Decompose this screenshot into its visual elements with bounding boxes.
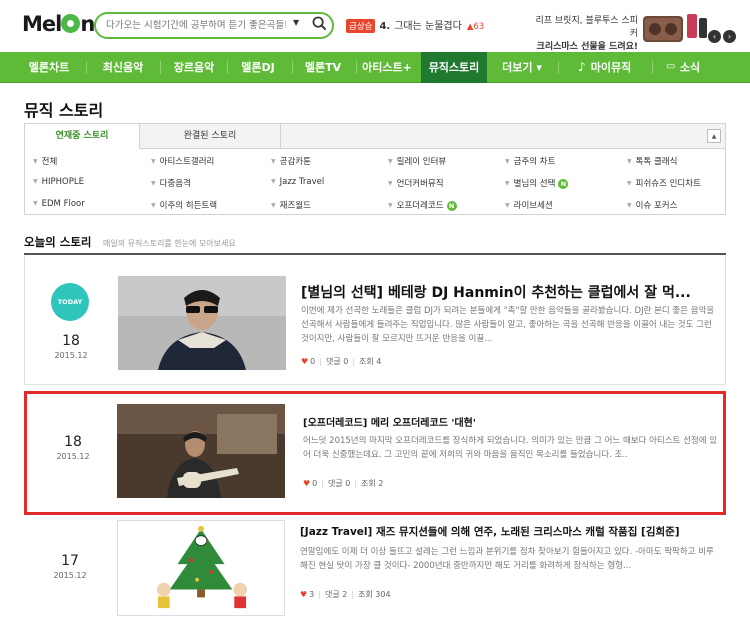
comment-count[interactable]: 댓글 0 (326, 357, 348, 366)
nav-artist-plus[interactable]: 아티스트+ (356, 52, 418, 83)
nav-more[interactable]: 더보기 ▾ (492, 52, 552, 83)
category-item[interactable]: ▼ 전체 (33, 155, 57, 167)
today-badge: TODAY (51, 283, 89, 321)
nav-divider (86, 61, 87, 74)
rising-chart-item[interactable]: 급상승 4. 그대는 눈물겹다 ▲63 (346, 17, 484, 33)
promo-prev-button[interactable]: ‹ (708, 30, 721, 43)
nav-melon-tv[interactable]: 멜론TV (294, 52, 352, 83)
category-item[interactable]: ▼ 톡톡 클래식 (627, 155, 677, 167)
rising-change: ▲63 (466, 22, 485, 32)
category-item[interactable]: ▼ 릴레이 인터뷰 (388, 155, 446, 167)
melon-logo[interactable]: Mel n (22, 12, 95, 36)
new-badge: N (446, 201, 457, 211)
search-input[interactable] (106, 17, 286, 34)
nav-latest-music[interactable]: 최신음악 (92, 52, 154, 83)
category-item[interactable]: ▼ EDM Floor (33, 199, 85, 209)
story-thumbnail[interactable] (117, 404, 285, 498)
nav-divider (227, 61, 228, 74)
nav-music-story[interactable]: 뮤직스토리 (421, 52, 487, 83)
view-count: 조회 4 (359, 357, 382, 366)
main-nav: 멜론차트 최신음악 장르음악 멜론DJ 멜론TV 아티스트+ 뮤직스토리 더보기… (0, 52, 750, 83)
story-title[interactable]: [별님의 선택] 베테랑 DJ Hanmin이 추천하는 클럽에서 잘 먹... (301, 282, 721, 302)
category-item[interactable]: ▼ 피쉬슈즈 인디차트 (627, 177, 701, 189)
category-item[interactable]: ▼ 오프더레코드 N (388, 199, 457, 211)
today-section-subtitle: 매일의 뮤직스토리를 한눈에 모아보세요 (103, 239, 236, 248)
story-tabs: 연재중 스토리 완결된 스토리 ▲ (24, 123, 726, 149)
nav-divider (558, 61, 559, 74)
rising-title[interactable]: 그대는 눈물겹다 (394, 21, 462, 32)
promo-line2: 크리스마스 선물을 드려요! (536, 42, 638, 52)
promo-banner[interactable]: 리프 브릿지, 블루투스 스피커 크리스마스 선물을 드려요! (532, 15, 638, 54)
story-meta: ♥ 0 | 댓글 0 | 조회 4 (301, 357, 382, 366)
category-item[interactable]: ▼ 언더커버뮤직 (388, 177, 444, 189)
like-count: 0 (310, 357, 316, 366)
view-count: 조회 304 (358, 590, 391, 599)
story-title[interactable]: [오프더레코드] 메리 오프더레코드 '대현' (303, 414, 723, 429)
nav-divider (160, 61, 161, 74)
search-box[interactable]: ▼ (94, 12, 334, 39)
category-item[interactable]: ▼ 별님의 선택 N (505, 177, 569, 189)
story-description: 이번에 제가 선곡한 노래들은 클럽 DJ가 되려는 분들에게 "촉"할 만한 … (301, 306, 715, 344)
category-item[interactable]: ▼ 재즈월드 (271, 199, 311, 211)
today-section-title: 오늘의 스토리 (24, 235, 92, 249)
story-title[interactable]: [Jazz Travel] 재즈 뮤지션들에 의해 연주, 노래된 크리스마스 … (300, 524, 720, 539)
category-item[interactable]: ▼ 라이브세션 (505, 199, 553, 211)
collapse-button[interactable]: ▲ (707, 129, 721, 143)
nav-divider (292, 61, 293, 74)
page-title: 뮤직 스토리 (24, 101, 104, 120)
category-item[interactable]: ▼ 이주의 히든트랙 (151, 199, 217, 211)
promo-line1: 리프 브릿지, 블루투스 스피커 (535, 16, 638, 39)
view-count: 조회 2 (361, 479, 384, 488)
category-item[interactable]: ▼ HIPHOPLE (33, 177, 84, 187)
nav-genre-music[interactable]: 장르음악 (163, 52, 225, 83)
story-description: 연말임에도 이제 더 이상 들뜨고 설레는 그런 느낌과 분위기를 점차 찾아보… (300, 547, 714, 571)
comment-count[interactable]: 댓글 0 (328, 479, 350, 488)
category-item[interactable]: ▼ 금주의 차트 (505, 155, 555, 167)
chevron-down-icon[interactable]: ▼ (293, 18, 299, 27)
story-thumbnail[interactable] (118, 276, 286, 370)
user-icon: ♪ (578, 60, 586, 74)
category-list: ▼ 전체 ▼ 아티스트갤러리 ▼ 공감카툰 ▼ 릴레이 인터뷰 ▼ 금주의 차트 ▼ 톡톡 … (24, 149, 726, 215)
story-list: TODAY 18 2015.12 [별님의 선택] 베테랑 DJ Hanmin이… (24, 253, 726, 626)
story-description: 어느덧 2015년의 마지막 오프더레코드를 장식하게 되었습니다. 의미가 있… (303, 436, 718, 460)
tab-completed-stories[interactable]: 완결된 스토리 (140, 124, 281, 148)
like-count: 3 (309, 590, 315, 599)
heart-icon[interactable]: ♥ (300, 590, 307, 599)
nav-my-music[interactable]: 마이뮤직 (589, 52, 633, 83)
category-item[interactable]: ▼ Jazz Travel (271, 177, 324, 187)
story-meta: ♥ 0 | 댓글 0 | 조회 2 (303, 479, 384, 488)
like-count: 0 (312, 479, 318, 488)
rising-rank: 4. (379, 21, 391, 32)
news-icon: ▭ (666, 61, 676, 72)
story-date: 18 2015.12 (56, 434, 90, 461)
tab-ongoing-stories[interactable]: 연재중 스토리 (25, 124, 140, 149)
story-meta: ♥ 3 | 댓글 2 | 조회 304 (300, 590, 391, 599)
story-item: TODAY 18 2015.12 [별님의 선택] 베테랑 DJ Hanmin이… (24, 255, 726, 385)
nav-news[interactable]: 소식 (677, 52, 703, 83)
comment-count[interactable]: 댓글 2 (325, 590, 347, 599)
heart-icon[interactable]: ♥ (303, 479, 310, 488)
promo-next-button[interactable]: › (723, 30, 736, 43)
story-item-highlighted: 18 2015.12 [오프더레코드] 메리 오프더레코드 '대현' 어느덧 2… (24, 391, 726, 515)
search-icon[interactable] (312, 16, 327, 31)
category-item[interactable]: ▼ 이슈 포커스 (627, 199, 677, 211)
header: Meln ▼ 급상승4.그대는 눈물겹다 ▲63 리프 브릿지, 블루투스 스피커… (0, 0, 750, 52)
story-thumbnail[interactable] (117, 520, 285, 616)
heart-icon[interactable]: ♥ (301, 357, 308, 366)
story-date: 17 2015.12 (53, 553, 87, 580)
category-item[interactable]: ▼ 아티스트갤러리 (151, 155, 214, 167)
category-item[interactable]: ▼ 다중음격 (151, 177, 191, 189)
speaker-product-image[interactable] (641, 10, 709, 46)
new-badge: N (558, 179, 569, 189)
rising-badge: 급상승 (346, 19, 376, 33)
nav-melon-dj[interactable]: 멜론DJ (230, 52, 286, 83)
story-item: 17 2015.12 [Jazz Travel] 재즈 뮤지션들에 의해 연주,… (24, 517, 726, 627)
nav-melon-chart[interactable]: 멜론차트 (18, 52, 80, 83)
category-item[interactable]: ▼ 공감카툰 (271, 155, 311, 167)
story-date: 18 2015.12 (54, 333, 88, 360)
nav-divider (652, 61, 653, 74)
